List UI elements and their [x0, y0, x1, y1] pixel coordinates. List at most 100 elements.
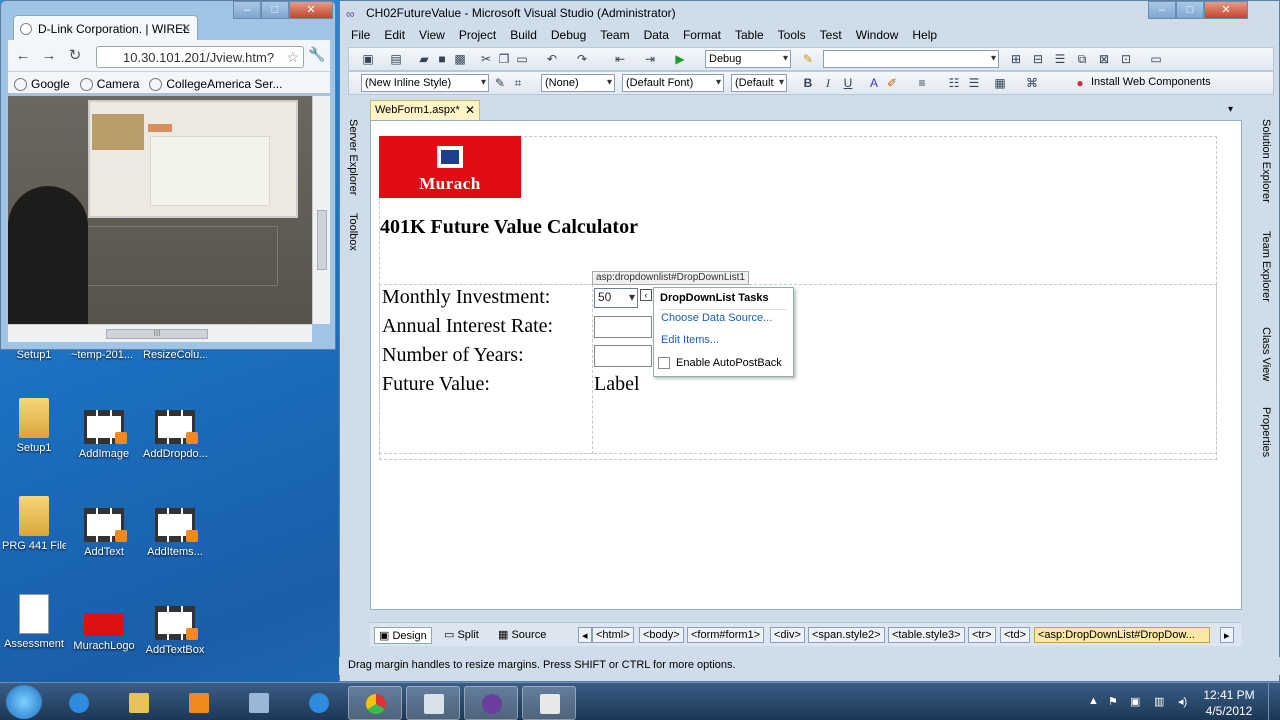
taskbar-virtualbox[interactable]: [232, 686, 286, 720]
properties-icon[interactable]: ☰: [1053, 52, 1067, 66]
insert-table-icon[interactable]: ▦: [993, 76, 1007, 90]
show-hidden-icons[interactable]: ▲: [1088, 695, 1099, 707]
desktop-icon-setup1[interactable]: Setup1: [2, 398, 66, 454]
scroll-thumb[interactable]: III: [106, 329, 208, 339]
menu-project[interactable]: Project: [452, 27, 503, 45]
find-combobox[interactable]: [823, 50, 999, 68]
font-size-select[interactable]: (Default: [731, 74, 787, 92]
breadcrumb-form[interactable]: <form#form1>: [687, 627, 765, 643]
menu-window[interactable]: Window: [849, 27, 906, 45]
menu-file[interactable]: File: [344, 27, 377, 45]
menu-edit[interactable]: Edit: [377, 27, 412, 45]
menu-format[interactable]: Format: [676, 27, 728, 45]
close-icon[interactable]: ✕: [1204, 1, 1248, 19]
new-project-icon[interactable]: ▣: [361, 52, 375, 66]
back-arrow-icon[interactable]: ←: [12, 46, 34, 66]
save-all-icon[interactable]: ▩: [453, 52, 467, 66]
taskbar-visual-studio[interactable]: [464, 686, 518, 720]
bookmark-camera[interactable]: Camera: [79, 75, 139, 93]
bookmark-collegeamerica[interactable]: CollegeAmerica Ser...: [149, 75, 282, 93]
close-tab-icon[interactable]: ✕: [465, 103, 475, 117]
horizontal-scrollbar[interactable]: III: [8, 324, 312, 342]
open-folder-icon[interactable]: ▰: [417, 52, 431, 66]
solution-explorer-tab[interactable]: Solution Explorer: [1258, 119, 1274, 229]
add-item-icon[interactable]: ▤: [389, 52, 403, 66]
desktop-icon-partial[interactable]: Setup1: [2, 349, 66, 361]
style-select[interactable]: (New Inline Style): [361, 74, 489, 92]
breadcrumb-dropdownlist[interactable]: <asp:DropDownList#DropDow...: [1034, 627, 1210, 643]
fore-color-icon[interactable]: A: [867, 76, 881, 90]
forward-arrow-icon[interactable]: →: [38, 46, 60, 66]
edit-items-link[interactable]: Edit Items...: [661, 334, 719, 346]
toolbox-icon[interactable]: ⊠: [1097, 52, 1111, 66]
monthly-investment-dropdown[interactable]: 50: [594, 288, 638, 308]
start-button[interactable]: [6, 685, 42, 719]
toolbox-tab[interactable]: Toolbox: [345, 213, 361, 273]
scroll-thumb[interactable]: [317, 210, 327, 270]
years-textbox[interactable]: [594, 345, 652, 367]
cut-icon[interactable]: ✂: [479, 52, 493, 66]
properties-tab[interactable]: Properties: [1258, 407, 1274, 467]
navigate-back-icon[interactable]: ⇤: [613, 52, 627, 66]
breadcrumb-tr[interactable]: <tr>: [968, 627, 996, 643]
maximize-icon[interactable]: □: [1176, 1, 1204, 19]
install-web-components-button[interactable]: Install Web Components: [1091, 76, 1211, 88]
menu-data[interactable]: Data: [637, 27, 676, 45]
minimize-icon[interactable]: –: [233, 1, 261, 19]
desktop-icon-assessment[interactable]: Assessment: [2, 594, 66, 650]
solution-explorer-icon[interactable]: ⊟: [1031, 52, 1045, 66]
start-debug-icon[interactable]: ▶: [673, 52, 687, 66]
smart-tag-icon[interactable]: ‹: [640, 289, 652, 301]
taskbar-media[interactable]: [172, 686, 226, 720]
class-view-tab[interactable]: Class View: [1258, 327, 1274, 405]
copy-icon[interactable]: ❐: [497, 52, 511, 66]
volume-icon[interactable]: ◂): [1178, 695, 1187, 708]
start-page-icon[interactable]: ⊡: [1119, 52, 1133, 66]
align-left-icon[interactable]: ≡: [915, 76, 929, 90]
desktop-icon-murachlogo[interactable]: MurachLogo: [72, 606, 136, 652]
menu-tools[interactable]: Tools: [771, 27, 813, 45]
bullet-list-icon[interactable]: ☰: [967, 76, 981, 90]
close-tab-icon[interactable]: ✕: [181, 21, 191, 35]
bookmark-google[interactable]: Google: [14, 75, 70, 93]
split-view-button[interactable]: ▭ Split: [440, 627, 483, 642]
tray-app-icon[interactable]: ▣: [1130, 695, 1140, 708]
tag-icon[interactable]: ⌘: [1025, 76, 1039, 90]
desktop-icon-partial[interactable]: ResizeColu...: [143, 349, 207, 361]
navigate-forward-icon[interactable]: ⇥: [643, 52, 657, 66]
enable-autopostback-checkbox[interactable]: Enable AutoPostBack: [658, 357, 782, 369]
breadcrumb-scroll-right-icon[interactable]: ▸: [1220, 627, 1234, 643]
breadcrumb-table[interactable]: <table.style3>: [888, 627, 965, 643]
document-tab[interactable]: WebForm1.aspx* ✕: [370, 100, 480, 120]
menu-table[interactable]: Table: [728, 27, 771, 45]
highlight-icon[interactable]: ✐: [885, 76, 899, 90]
breadcrumb-span[interactable]: <span.style2>: [808, 627, 885, 643]
undo-icon[interactable]: ↶: [545, 52, 559, 66]
maximize-icon[interactable]: □: [261, 1, 289, 19]
redo-icon[interactable]: ↷: [575, 52, 589, 66]
menu-team[interactable]: Team: [593, 27, 636, 45]
numbered-list-icon[interactable]: ☷: [947, 76, 961, 90]
breadcrumb-body[interactable]: <body>: [639, 627, 684, 643]
bookmark-star-icon[interactable]: ☆: [286, 49, 299, 66]
action-center-icon[interactable]: ⚑: [1108, 695, 1118, 708]
reload-icon[interactable]: ↻: [64, 46, 86, 66]
desktop-icon-addimage[interactable]: AddImage: [72, 410, 136, 460]
desktop-icon-additems[interactable]: AddItems...: [143, 508, 207, 558]
murach-logo[interactable]: Murach: [379, 136, 521, 198]
menu-test[interactable]: Test: [813, 27, 849, 45]
find-icon[interactable]: ✎: [801, 52, 815, 66]
paste-icon[interactable]: ▭: [515, 52, 529, 66]
object-browser-icon[interactable]: ⧉: [1075, 52, 1089, 66]
wrench-menu-icon[interactable]: 🔧: [308, 46, 325, 63]
taskbar-app[interactable]: [406, 686, 460, 720]
extension-manager-icon[interactable]: ▭: [1149, 52, 1163, 66]
desktop-icon-prg441[interactable]: PRG 441 Files: [2, 496, 66, 552]
breadcrumb-div[interactable]: <div>: [770, 627, 805, 643]
style-application-icon[interactable]: ✎: [493, 76, 507, 90]
minimize-icon[interactable]: –: [1148, 1, 1176, 19]
network-icon[interactable]: ▥: [1154, 695, 1164, 708]
design-view-button[interactable]: ▣ Design: [374, 627, 432, 644]
taskbar-ie2[interactable]: [292, 686, 346, 720]
system-clock[interactable]: 12:41 PM 4/5/2012: [1196, 687, 1262, 719]
